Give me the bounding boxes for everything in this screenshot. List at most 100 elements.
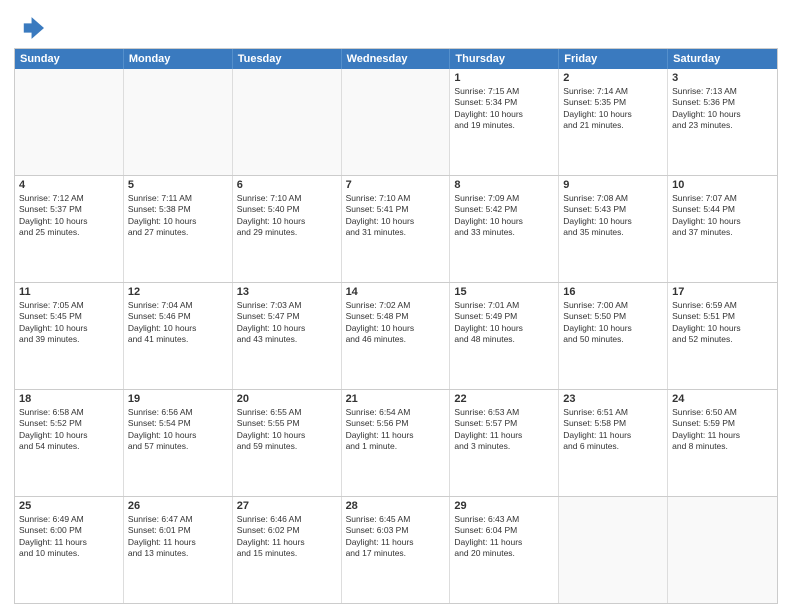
header-day-monday: Monday [124, 49, 233, 69]
calendar-cell: 15 Sunrise: 7:01 AM Sunset: 5:49 PM Dayli… [450, 283, 559, 389]
calendar-row-4: 18 Sunrise: 6:58 AM Sunset: 5:52 PM Dayli… [15, 389, 777, 496]
day-number: 4 [19, 179, 119, 191]
day-number: 27 [237, 500, 337, 512]
day-number: 20 [237, 393, 337, 405]
calendar-header: SundayMondayTuesdayWednesdayThursdayFrid… [15, 49, 777, 69]
day-number: 5 [128, 179, 228, 191]
calendar-cell: 10 Sunrise: 7:07 AM Sunset: 5:44 PM Dayli… [668, 176, 777, 282]
calendar-cell: 27 Sunrise: 6:46 AM Sunset: 6:02 PM Dayli… [233, 497, 342, 603]
logo [14, 14, 44, 42]
header-day-wednesday: Wednesday [342, 49, 451, 69]
calendar-body: 1 Sunrise: 7:15 AM Sunset: 5:34 PM Daylig… [15, 69, 777, 603]
cell-details: Sunrise: 7:00 AM Sunset: 5:50 PM Dayligh… [563, 300, 663, 346]
cell-details: Sunrise: 6:46 AM Sunset: 6:02 PM Dayligh… [237, 514, 337, 560]
calendar-row-3: 11 Sunrise: 7:05 AM Sunset: 5:45 PM Dayli… [15, 282, 777, 389]
day-number: 9 [563, 179, 663, 191]
day-number: 21 [346, 393, 446, 405]
header-day-sunday: Sunday [15, 49, 124, 69]
calendar-cell: 3Sunrise: 7:13 AM Sunset: 5:36 PM Daylig… [668, 69, 777, 175]
day-number: 18 [19, 393, 119, 405]
cell-details: Sunrise: 6:54 AM Sunset: 5:56 PM Dayligh… [346, 407, 446, 453]
calendar-cell: 24 Sunrise: 6:50 AM Sunset: 5:59 PM Dayli… [668, 390, 777, 496]
page: SundayMondayTuesdayWednesdayThursdayFrid… [0, 0, 792, 612]
calendar-cell: 11 Sunrise: 7:05 AM Sunset: 5:45 PM Dayli… [15, 283, 124, 389]
cell-details: Sunrise: 7:04 AM Sunset: 5:46 PM Dayligh… [128, 300, 228, 346]
day-number: 22 [454, 393, 554, 405]
calendar-cell [15, 69, 124, 175]
cell-details: Sunrise: 7:01 AM Sunset: 5:49 PM Dayligh… [454, 300, 554, 346]
cell-details: Sunrise: 7:15 AM Sunset: 5:34 PM Dayligh… [454, 86, 554, 132]
day-number: 25 [19, 500, 119, 512]
calendar-cell: 14 Sunrise: 7:02 AM Sunset: 5:48 PM Dayli… [342, 283, 451, 389]
calendar-cell: 18 Sunrise: 6:58 AM Sunset: 5:52 PM Dayli… [15, 390, 124, 496]
calendar-cell: 21 Sunrise: 6:54 AM Sunset: 5:56 PM Dayli… [342, 390, 451, 496]
day-number: 24 [672, 393, 773, 405]
day-number: 2 [563, 72, 663, 84]
calendar-cell: 8 Sunrise: 7:09 AM Sunset: 5:42 PM Daylig… [450, 176, 559, 282]
calendar-cell: 13 Sunrise: 7:03 AM Sunset: 5:47 PM Dayli… [233, 283, 342, 389]
calendar-cell: 20 Sunrise: 6:55 AM Sunset: 5:55 PM Dayli… [233, 390, 342, 496]
day-number: 29 [454, 500, 554, 512]
cell-details: Sunrise: 6:45 AM Sunset: 6:03 PM Dayligh… [346, 514, 446, 560]
calendar-cell: 4 Sunrise: 7:12 AM Sunset: 5:37 PM Daylig… [15, 176, 124, 282]
calendar-cell: 17 Sunrise: 6:59 AM Sunset: 5:51 PM Dayli… [668, 283, 777, 389]
day-number: 23 [563, 393, 663, 405]
day-number: 11 [19, 286, 119, 298]
calendar-row-5: 25Sunrise: 6:49 AM Sunset: 6:00 PM Dayli… [15, 496, 777, 603]
day-number: 15 [454, 286, 554, 298]
calendar-cell: 2Sunrise: 7:14 AM Sunset: 5:35 PM Daylig… [559, 69, 668, 175]
day-number: 1 [454, 72, 554, 84]
calendar-cell [668, 497, 777, 603]
cell-details: Sunrise: 6:58 AM Sunset: 5:52 PM Dayligh… [19, 407, 119, 453]
cell-details: Sunrise: 7:11 AM Sunset: 5:38 PM Dayligh… [128, 193, 228, 239]
day-number: 12 [128, 286, 228, 298]
calendar-cell: 25Sunrise: 6:49 AM Sunset: 6:00 PM Dayli… [15, 497, 124, 603]
calendar-cell: 5 Sunrise: 7:11 AM Sunset: 5:38 PM Daylig… [124, 176, 233, 282]
calendar-cell: 6 Sunrise: 7:10 AM Sunset: 5:40 PM Daylig… [233, 176, 342, 282]
cell-details: Sunrise: 7:08 AM Sunset: 5:43 PM Dayligh… [563, 193, 663, 239]
logo-icon [16, 14, 44, 42]
cell-details: Sunrise: 7:03 AM Sunset: 5:47 PM Dayligh… [237, 300, 337, 346]
day-number: 10 [672, 179, 773, 191]
calendar-cell: 23 Sunrise: 6:51 AM Sunset: 5:58 PM Dayli… [559, 390, 668, 496]
cell-details: Sunrise: 7:09 AM Sunset: 5:42 PM Dayligh… [454, 193, 554, 239]
cell-details: Sunrise: 7:10 AM Sunset: 5:40 PM Dayligh… [237, 193, 337, 239]
calendar-cell: 7 Sunrise: 7:10 AM Sunset: 5:41 PM Daylig… [342, 176, 451, 282]
cell-details: Sunrise: 7:05 AM Sunset: 5:45 PM Dayligh… [19, 300, 119, 346]
calendar-row-1: 1 Sunrise: 7:15 AM Sunset: 5:34 PM Daylig… [15, 69, 777, 175]
cell-details: Sunrise: 7:10 AM Sunset: 5:41 PM Dayligh… [346, 193, 446, 239]
cell-details: Sunrise: 6:43 AM Sunset: 6:04 PM Dayligh… [454, 514, 554, 560]
calendar-cell: 19 Sunrise: 6:56 AM Sunset: 5:54 PM Dayli… [124, 390, 233, 496]
day-number: 16 [563, 286, 663, 298]
day-number: 19 [128, 393, 228, 405]
day-number: 8 [454, 179, 554, 191]
day-number: 14 [346, 286, 446, 298]
header-day-tuesday: Tuesday [233, 49, 342, 69]
day-number: 13 [237, 286, 337, 298]
calendar-cell: 22 Sunrise: 6:53 AM Sunset: 5:57 PM Dayli… [450, 390, 559, 496]
header-day-saturday: Saturday [668, 49, 777, 69]
day-number: 26 [128, 500, 228, 512]
calendar-cell [124, 69, 233, 175]
cell-details: Sunrise: 6:59 AM Sunset: 5:51 PM Dayligh… [672, 300, 773, 346]
calendar-cell: 29 Sunrise: 6:43 AM Sunset: 6:04 PM Dayli… [450, 497, 559, 603]
cell-details: Sunrise: 7:02 AM Sunset: 5:48 PM Dayligh… [346, 300, 446, 346]
calendar-cell [342, 69, 451, 175]
cell-details: Sunrise: 7:07 AM Sunset: 5:44 PM Dayligh… [672, 193, 773, 239]
calendar-cell: 1 Sunrise: 7:15 AM Sunset: 5:34 PM Daylig… [450, 69, 559, 175]
calendar: SundayMondayTuesdayWednesdayThursdayFrid… [14, 48, 778, 604]
cell-details: Sunrise: 6:51 AM Sunset: 5:58 PM Dayligh… [563, 407, 663, 453]
header-day-thursday: Thursday [450, 49, 559, 69]
day-number: 17 [672, 286, 773, 298]
cell-details: Sunrise: 7:12 AM Sunset: 5:37 PM Dayligh… [19, 193, 119, 239]
cell-details: Sunrise: 6:53 AM Sunset: 5:57 PM Dayligh… [454, 407, 554, 453]
header-day-friday: Friday [559, 49, 668, 69]
cell-details: Sunrise: 6:56 AM Sunset: 5:54 PM Dayligh… [128, 407, 228, 453]
cell-details: Sunrise: 6:55 AM Sunset: 5:55 PM Dayligh… [237, 407, 337, 453]
day-number: 7 [346, 179, 446, 191]
cell-details: Sunrise: 6:50 AM Sunset: 5:59 PM Dayligh… [672, 407, 773, 453]
day-number: 6 [237, 179, 337, 191]
day-number: 28 [346, 500, 446, 512]
header [14, 10, 778, 42]
calendar-cell [233, 69, 342, 175]
